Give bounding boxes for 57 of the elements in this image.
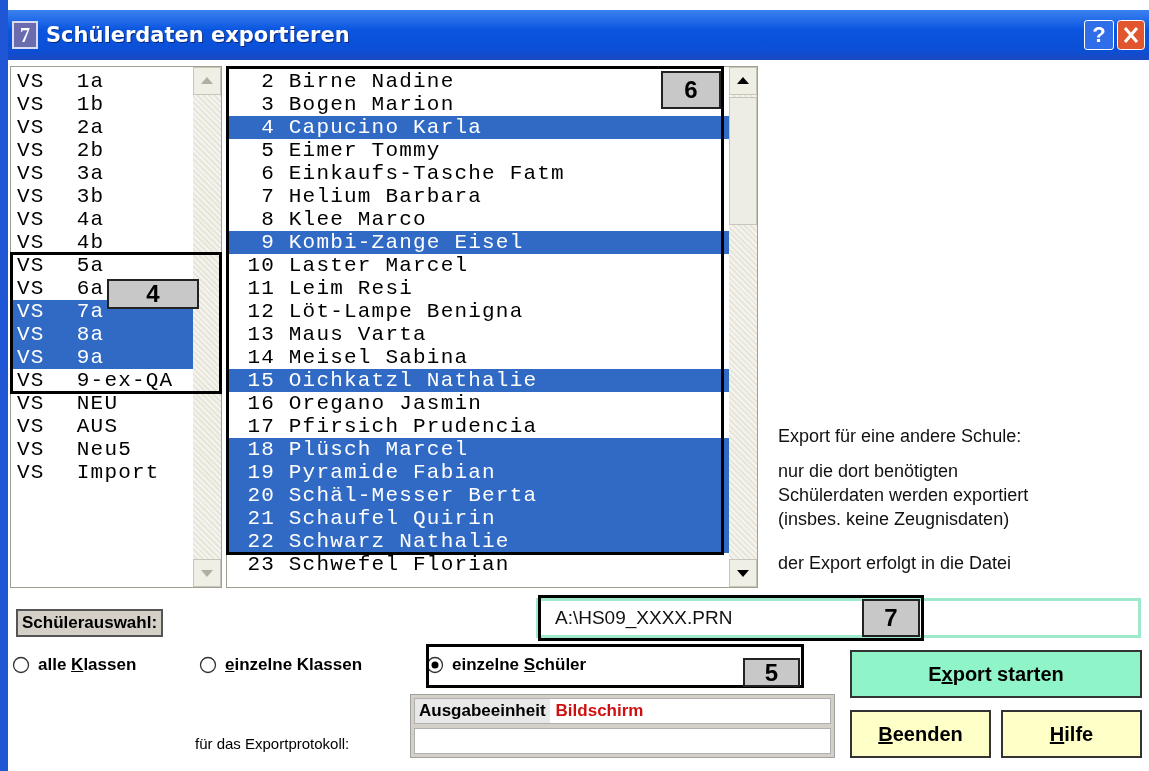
radio-button[interactable] xyxy=(12,656,30,674)
section-label: Schülerauswahl: xyxy=(16,609,164,637)
student-list-item[interactable]: 5 Eimer Tommy xyxy=(233,139,441,162)
output-unit-field[interactable]: Ausgabeeinheit Bildschirm xyxy=(414,698,831,724)
student-list-item[interactable]: 23 Schwefel Florian xyxy=(233,553,510,576)
dialog-button[interactable]: Beenden xyxy=(850,710,991,758)
class-list-item[interactable]: VS 2a xyxy=(17,116,105,139)
student-list-item[interactable]: 17 Pfirsich Prudencia xyxy=(233,415,538,438)
radio-label[interactable]: alle Klassen xyxy=(38,655,137,675)
student-list-item[interactable]: 12 Löt-Lampe Benigna xyxy=(233,300,524,323)
class-list-item[interactable]: VS 4b xyxy=(17,231,105,254)
class-list-item[interactable]: VS 5a xyxy=(17,254,105,277)
student-list-item[interactable]: 11 Leim Resi xyxy=(233,277,414,300)
student-list-item[interactable]: 14 Meisel Sabina xyxy=(233,346,469,369)
output-unit-label: Ausgabeeinheit xyxy=(415,699,550,723)
close-icon[interactable] xyxy=(1117,20,1145,50)
scrollbar-thumb[interactable] xyxy=(729,97,757,225)
class-list-item[interactable]: VS 6a xyxy=(17,277,105,300)
file-name-field[interactable]: A:\HS09_XXXX.PRN 7 xyxy=(536,598,1141,638)
dialog-button[interactable]: Hilfe xyxy=(1001,710,1142,758)
class-list-item[interactable]: VS 2b xyxy=(17,139,105,162)
callout-number: 5 xyxy=(743,658,800,687)
export-button[interactable]: Export starten xyxy=(850,650,1142,698)
scrollbar[interactable] xyxy=(729,67,757,587)
class-list-item[interactable]: VS 1b xyxy=(17,93,105,116)
callout-number: 6 xyxy=(661,71,721,109)
student-list-item[interactable]: 13 Maus Varta xyxy=(233,323,427,346)
protocol-field[interactable] xyxy=(414,728,831,754)
class-list-item[interactable]: VS 3a xyxy=(17,162,105,185)
student-list-item[interactable]: 7 Helium Barbara xyxy=(233,185,483,208)
window-title: Schülerdaten exportieren xyxy=(46,23,350,47)
student-list-item[interactable]: 16 Oregano Jasmin xyxy=(233,392,483,415)
class-list-item[interactable]: VS Neu5 xyxy=(17,438,133,461)
help-button[interactable]: ? xyxy=(1084,20,1114,50)
class-list-item[interactable]: VS 3b xyxy=(17,185,105,208)
student-list-item[interactable]: 10 Laster Marcel xyxy=(233,254,469,277)
output-unit-value: Bildschirm xyxy=(555,701,644,721)
app-icon: 7 xyxy=(12,21,38,49)
class-list-item[interactable]: VS 1a xyxy=(17,70,105,93)
class-list-item[interactable]: VS 4a xyxy=(17,208,105,231)
radio-button[interactable] xyxy=(199,656,217,674)
student-list-item[interactable]: 6 Einkaufs-Tasche Fatm xyxy=(233,162,565,185)
caption-label: für das Exportprotokoll: xyxy=(195,735,351,752)
class-list-item[interactable]: VS NEU xyxy=(17,392,119,415)
info-text: nur die dort benötigten Schülerdaten werden exportiert (insbes. keine Zeugnisdaten) xyxy=(778,460,1030,531)
class-list-item[interactable]: VS Import xyxy=(17,461,160,484)
info-heading: Export für eine andere Schule: xyxy=(778,426,1023,447)
callout-number: 7 xyxy=(862,599,920,637)
student-list-item[interactable]: 3 Bogen Marion xyxy=(233,93,455,116)
info-text: der Export erfolgt in die Datei xyxy=(778,553,1013,574)
student-list-item[interactable]: 2 Birne Nadine xyxy=(233,70,455,93)
radio-label[interactable]: einzelne Schüler xyxy=(452,655,587,675)
student-list-item[interactable]: 8 Klee Marco xyxy=(233,208,427,231)
callout-number: 4 xyxy=(107,279,199,309)
class-list-item[interactable]: VS 9-ex-QA xyxy=(17,369,174,392)
class-list-item[interactable]: VS AUS xyxy=(17,415,119,438)
radio-label[interactable]: einzelne Klassen xyxy=(225,655,363,675)
